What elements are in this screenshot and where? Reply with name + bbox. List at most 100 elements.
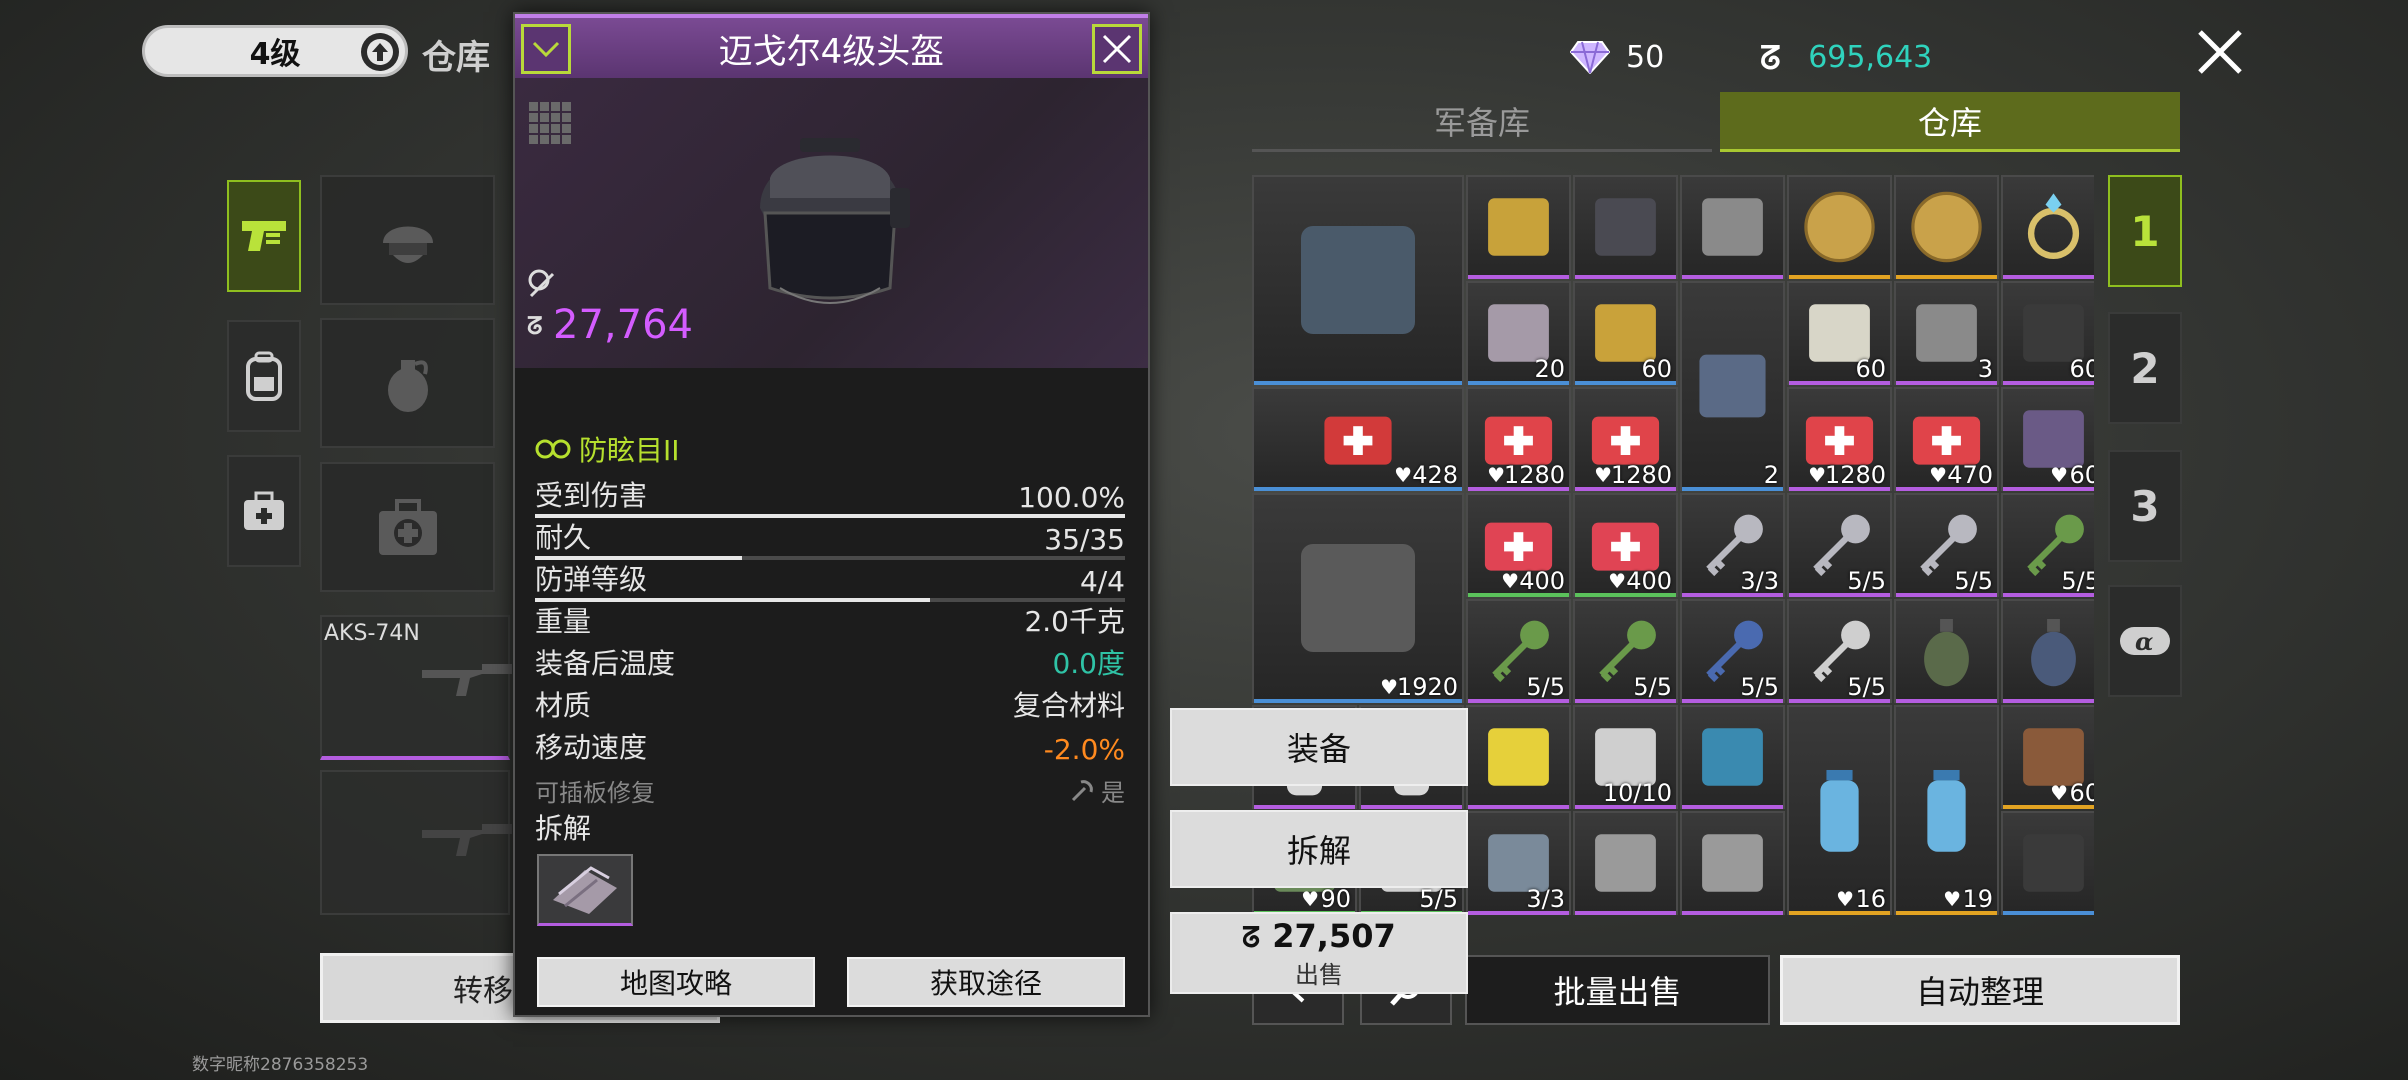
inventory-item-medical-bag-red[interactable]: ♥ 428 (1252, 387, 1464, 491)
inventory-item-bread[interactable]: ♥ 60 (2001, 705, 2094, 809)
heart-icon: ♥ (1394, 463, 1412, 487)
inventory-item-syringe[interactable] (1680, 705, 1785, 809)
quality-bar (1789, 275, 1890, 279)
map-guide-button[interactable]: 地图攻略 (537, 957, 815, 1007)
slot-medkit[interactable] (320, 462, 495, 592)
inventory-item-dog-food[interactable]: 2 (1680, 281, 1785, 491)
heart-icon: ♥ (1943, 887, 1961, 911)
inventory-item-key-green[interactable]: 5/5 (2001, 493, 2094, 597)
slot-helmet[interactable] (320, 175, 495, 305)
inventory-item-water-bottle[interactable]: ♥ 19 (1894, 705, 1999, 915)
slot-grenade[interactable] (320, 318, 495, 448)
stat-label: 材质 (535, 689, 592, 722)
item-count: 20 (1534, 355, 1565, 383)
page-tab-2[interactable]: 2 (2108, 312, 2182, 424)
stat-label: 受到伤害 (535, 479, 648, 512)
inventory-item-dog-tag[interactable] (1573, 811, 1678, 915)
tab-backpack[interactable] (227, 320, 301, 432)
page-tab-special[interactable]: α (2108, 585, 2182, 697)
level-up-icon[interactable] (361, 33, 399, 71)
item-count: 400 (1519, 567, 1565, 595)
inventory-item-tactical-medic-bag[interactable]: ♥ 1920 (1252, 493, 1464, 703)
inventory-item-supply-crate[interactable] (1252, 175, 1464, 385)
stat-value: 35/35 (1044, 523, 1125, 556)
inventory-item-frag-grenade[interactable] (1894, 599, 1999, 703)
inventory-item-gold-coin[interactable] (1894, 175, 1999, 279)
slot-secondary-weapon[interactable] (320, 770, 512, 915)
stat-row: 材质 复合材料 (535, 684, 1125, 724)
svg-text:α: α (2135, 627, 2153, 656)
inventory-item-fuel-canister[interactable] (1466, 705, 1571, 809)
slot-primary-weapon[interactable]: AKS-74N (320, 615, 512, 760)
page-tab-3[interactable]: 3 (2108, 450, 2182, 562)
tab-weapons[interactable] (227, 180, 301, 292)
stat-row: 装备后温度 0.0度 (535, 642, 1125, 682)
inventory-item-pill-bottle[interactable]: 10/10 (1573, 705, 1678, 809)
inventory-item-map-paper[interactable]: 60 (1787, 281, 1892, 385)
inventory-item-medkit[interactable]: ♥ 470 (1894, 387, 1999, 491)
item-title: 迈戈尔4级头盔 (718, 31, 945, 72)
dismantle-result-item[interactable] (537, 854, 633, 926)
inventory-item-ring[interactable] (2001, 175, 2094, 279)
inventory-item-antenna[interactable] (2001, 811, 2094, 915)
tab-medical[interactable] (227, 455, 301, 567)
auto-sort-button[interactable]: 自动整理 (1780, 955, 2180, 1025)
collapse-button[interactable] (521, 24, 571, 74)
inventory-item-smoke-grenade[interactable] (2001, 599, 2094, 703)
coin-icon: ᘔ (1242, 921, 1260, 951)
inventory-item-medkit[interactable]: ♥ 1280 (1466, 387, 1571, 491)
inventory-item-dog-tag[interactable] (1680, 811, 1785, 915)
quality-bar (1468, 275, 1569, 279)
item-count: 1280 (1503, 461, 1565, 489)
inventory-item-gold-coin[interactable] (1787, 175, 1892, 279)
inventory-item-bandage-pack[interactable]: ♥ 400 (1466, 493, 1571, 597)
quality-bar (1361, 805, 1462, 809)
inventory-item-key[interactable]: 3/3 (1680, 493, 1785, 597)
inventory-item-med-pouch[interactable]: ♥ 60 (2001, 387, 2094, 491)
tab-armory[interactable]: 军备库 (1252, 92, 1712, 152)
inventory-item-bandage-pack[interactable]: ♥ 400 (1573, 493, 1678, 597)
dismantle-button[interactable]: 拆解 (1170, 810, 1468, 888)
item-count: 5/5 (1847, 567, 1886, 595)
stat-value: 复合材料 (1012, 689, 1125, 722)
inventory-item-circuit-board[interactable]: 60 (2001, 281, 2094, 385)
inventory-item-rangefinder[interactable] (1466, 175, 1571, 279)
item-count: 428 (1412, 461, 1458, 489)
batch-sell-button[interactable]: 批量出售 (1465, 955, 1770, 1025)
camera-icon (1595, 198, 1656, 256)
inventory-item-medkit[interactable]: ♥ 1280 (1787, 387, 1892, 491)
inventory-item-water-bottle[interactable]: ♥ 16 (1787, 705, 1892, 915)
quality-bar (1575, 805, 1676, 809)
page-tab-1[interactable]: 1 (2108, 175, 2182, 287)
get-path-button[interactable]: 获取途径 (847, 957, 1125, 1007)
inventory-item-key-blue[interactable]: 5/5 (1680, 599, 1785, 703)
inventory-item-usb-drive[interactable] (1680, 175, 1785, 279)
inventory-item-parts[interactable]: 60 (1573, 281, 1678, 385)
inventory-item-key-tagged[interactable]: 5/5 (1787, 599, 1892, 703)
stat-value-wrap: 复合材料 (1013, 684, 1125, 724)
tab-warehouse[interactable]: 仓库 (1720, 92, 2180, 152)
sell-button[interactable]: ᘔ 27,507 出售 (1170, 912, 1468, 994)
quality-bar (2003, 381, 2094, 385)
close-detail-button[interactable] (1092, 24, 1142, 74)
inventory-item-armor-plate[interactable]: 3/3 (1466, 811, 1571, 915)
supply-crate-icon (1301, 226, 1415, 334)
inventory-item-key[interactable]: 5/5 (1787, 493, 1892, 597)
item-count: 1280 (1610, 461, 1672, 489)
diamond-count: 50 (1626, 39, 1665, 75)
inventory-item-metal-plates[interactable]: 20 (1466, 281, 1571, 385)
level-badge[interactable]: 4级 (142, 25, 408, 77)
inventory-item-camera[interactable] (1573, 175, 1678, 279)
inventory-item-key[interactable]: 5/5 (1894, 493, 1999, 597)
inventory-item-key-green[interactable]: 5/5 (1573, 599, 1678, 703)
inventory-item-steel-bars[interactable]: 3 (1894, 281, 1999, 385)
gold-coin-icon (1804, 191, 1875, 263)
inventory-item-key-green[interactable]: 5/5 (1466, 599, 1571, 703)
close-button[interactable] (2192, 24, 2248, 80)
player-id: 数字昵称2876358253 (192, 1055, 369, 1075)
equip-button[interactable]: 装备 (1170, 708, 1468, 786)
quality-bar (1575, 381, 1676, 385)
stat-value-wrap: 0.0度 (1052, 642, 1125, 682)
inventory-item-medkit[interactable]: ♥ 1280 (1573, 387, 1678, 491)
quality-bar (1254, 805, 1355, 809)
